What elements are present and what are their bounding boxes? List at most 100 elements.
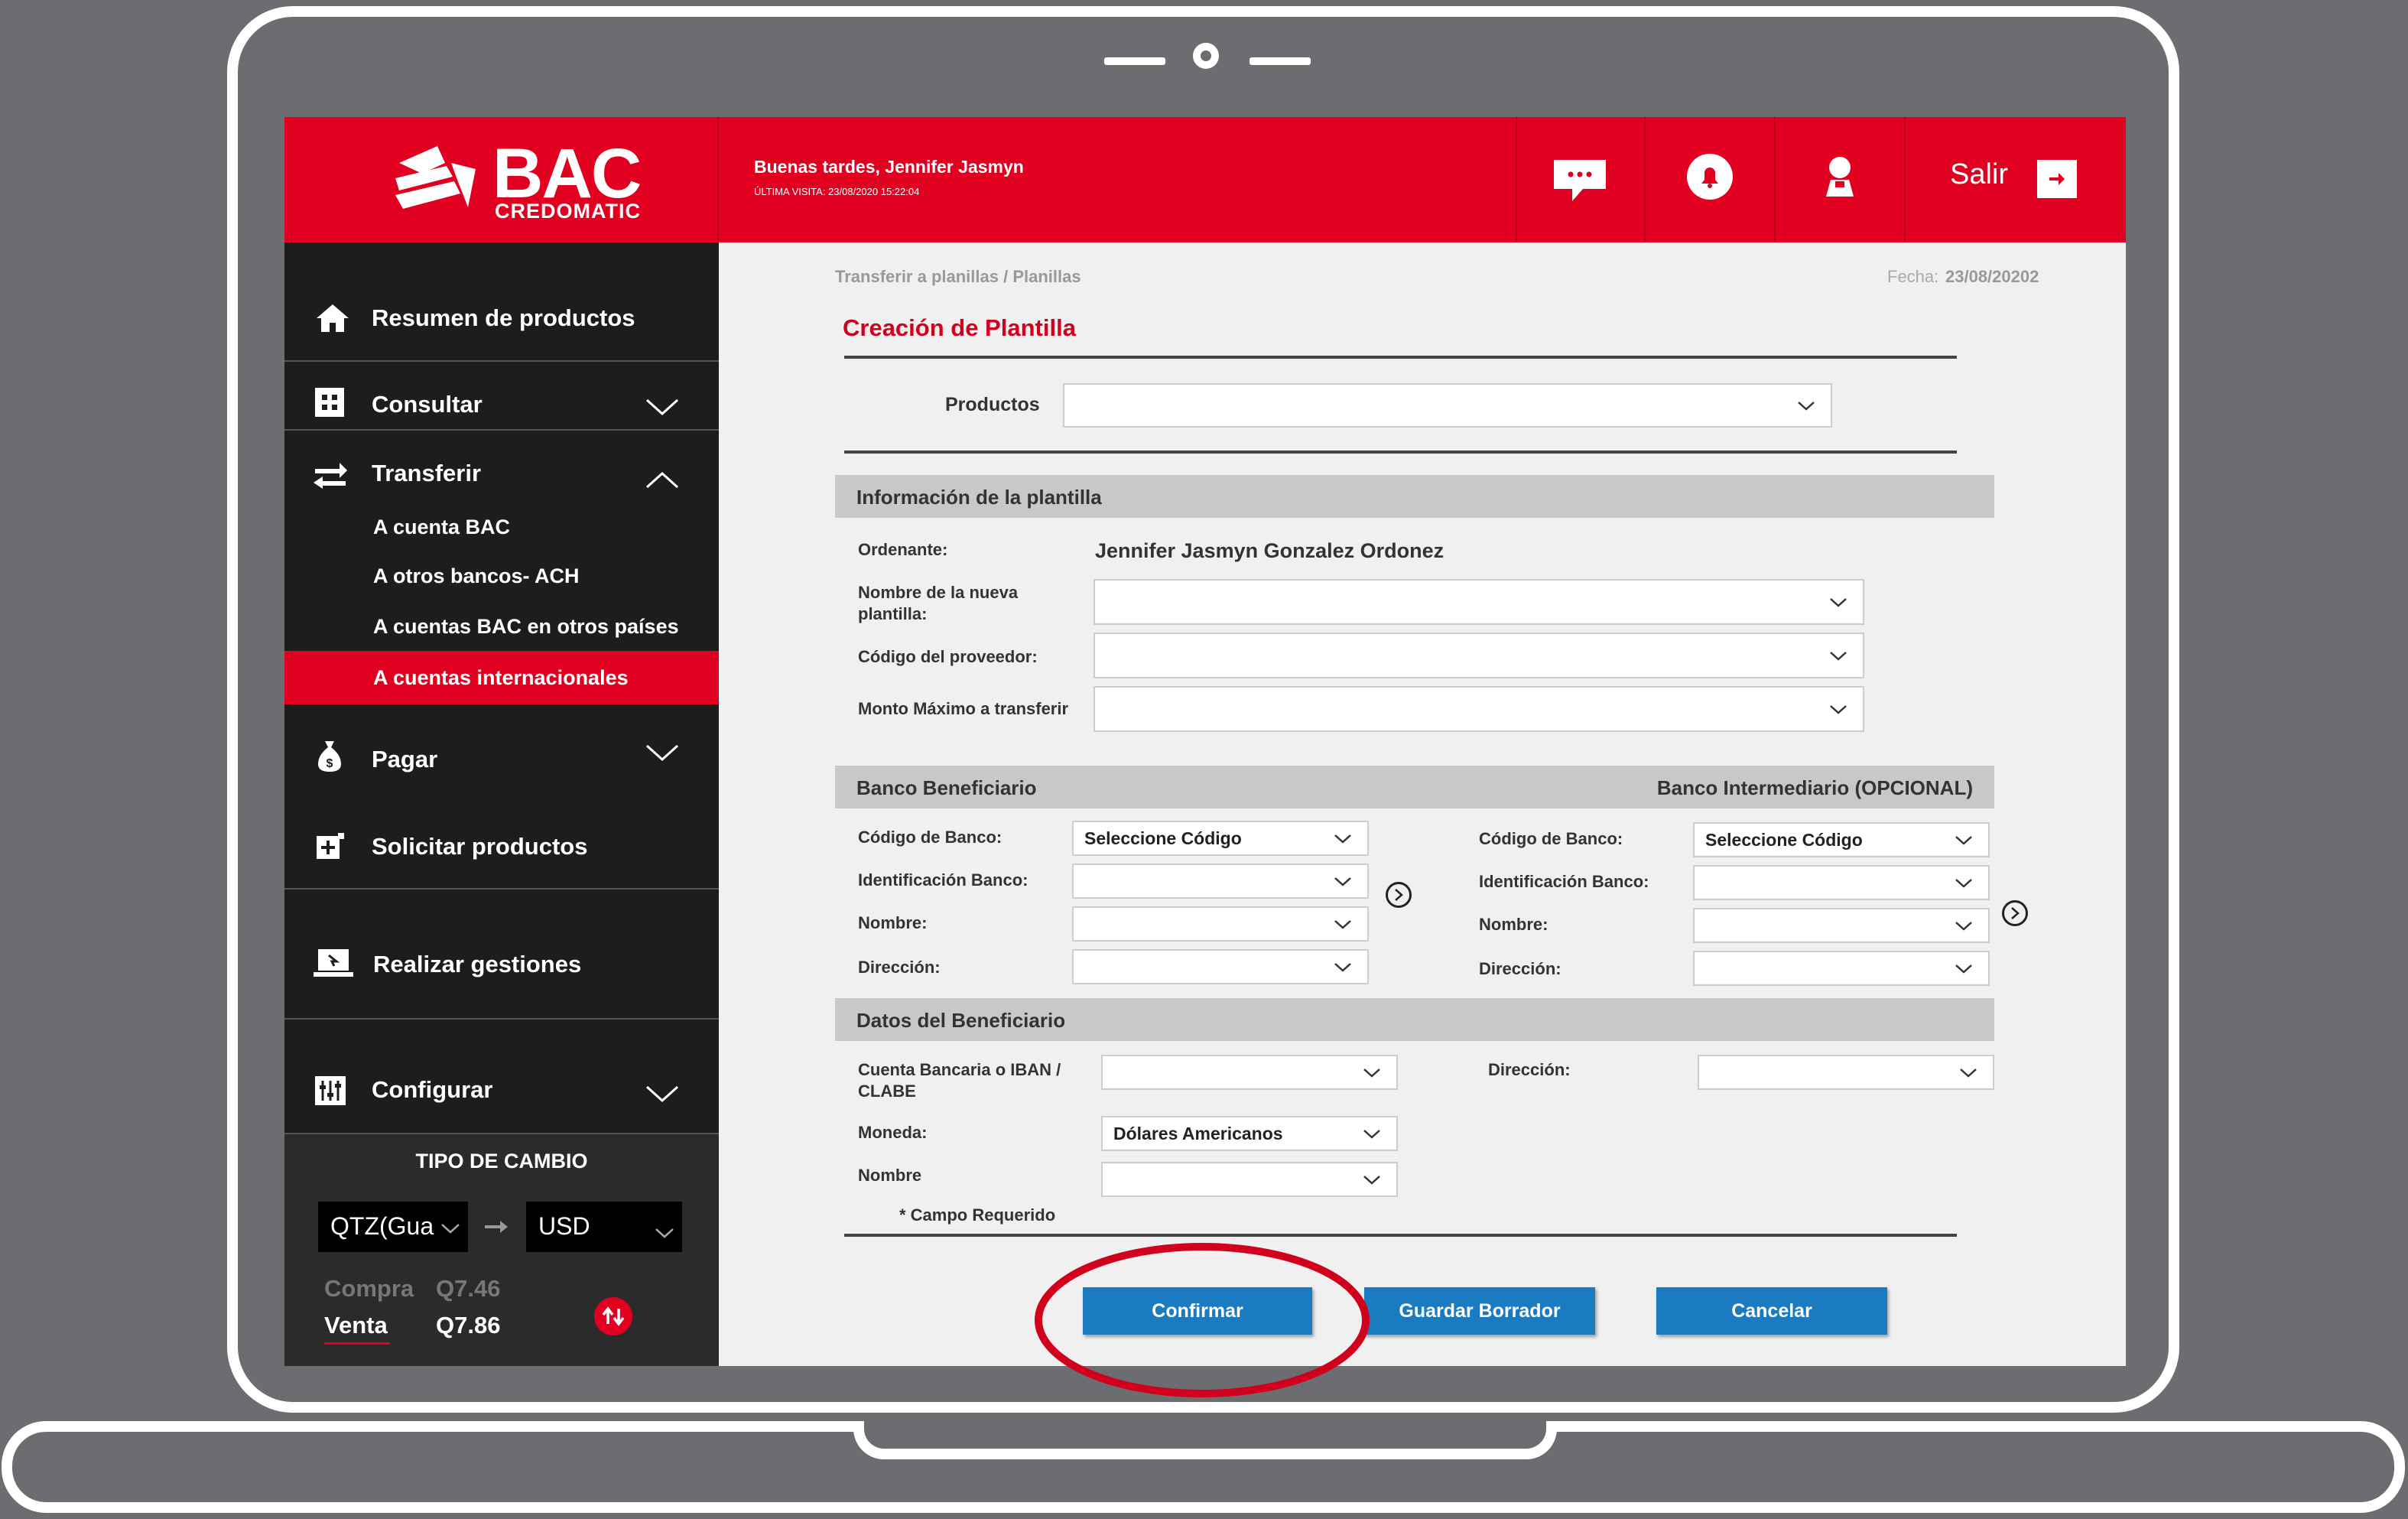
add-product-icon <box>317 833 344 859</box>
chevron-down-icon <box>645 398 679 416</box>
sidebar-item-gestiones[interactable]: Realizar gestiones <box>284 893 719 1015</box>
sidebar-item-solicitar[interactable]: Solicitar productos <box>284 793 719 877</box>
max-amount-select[interactable] <box>1094 686 1864 732</box>
beneficiary-name-label: Nombre <box>858 1166 922 1185</box>
chevron-down-icon <box>1830 705 1847 714</box>
bank-address-select[interactable] <box>1072 949 1369 984</box>
chevron-down-icon <box>1334 963 1351 972</box>
bank-name-label: Nombre: <box>858 913 928 932</box>
chevron-down-icon <box>1955 879 1972 888</box>
sidebar-item-pagar[interactable]: $ Pagar <box>284 707 719 792</box>
chevron-down-icon <box>1798 402 1815 411</box>
sidebar-sub-internacionales[interactable]: A cuentas internacionales <box>373 666 629 690</box>
ordenante-label: Ordenante: <box>858 540 948 559</box>
sidebar-item-consultar[interactable]: Consultar <box>284 365 719 426</box>
money-bag-icon: $ <box>318 741 341 772</box>
bank-name-select[interactable] <box>1072 906 1369 942</box>
arrow-right-icon <box>485 1221 508 1233</box>
sell-value: Q7.86 <box>436 1312 501 1338</box>
beneficiary-address-label: Dirección: <box>1488 1060 1571 1079</box>
chevron-up-icon <box>645 471 679 489</box>
chevron-down-icon <box>1363 1130 1380 1139</box>
chevron-down-icon <box>1363 1069 1380 1078</box>
bank-code-label: Código de Banco: <box>858 828 1003 847</box>
currency-value: Dólares Americanos <box>1113 1123 1283 1143</box>
int-bank-code-value: Seleccione Código <box>1705 829 1863 850</box>
chevron-down-icon <box>645 1085 679 1103</box>
sidebar-sub-otros-paises[interactable]: A cuentas BAC en otros países <box>373 615 679 639</box>
provider-code-select[interactable] <box>1094 633 1864 678</box>
account-label: Cuenta Bancaria o IBAN / CLABE <box>858 1060 1061 1101</box>
logout-label[interactable]: Salir <box>1950 158 2008 191</box>
logout-button[interactable] <box>2037 160 2077 198</box>
int-bank-name-select[interactable] <box>1693 908 1990 943</box>
products-select[interactable] <box>1063 383 1832 428</box>
chevron-down-icon <box>1363 1176 1380 1185</box>
int-bank-id-select[interactable] <box>1693 865 1990 900</box>
divider <box>1644 117 1646 242</box>
sell-underline <box>324 1342 390 1345</box>
chevron-down-icon <box>1955 836 1972 845</box>
beneficiary-section-header: Datos del Beneficiario <box>835 998 1994 1041</box>
buy-value: Q7.46 <box>436 1275 501 1302</box>
chevron-down-icon <box>645 744 679 762</box>
rule <box>844 356 1957 359</box>
divider <box>717 117 719 242</box>
int-bank-address-select[interactable] <box>1693 951 1990 986</box>
int-bank-code-select[interactable]: Seleccione Código <box>1693 822 1990 857</box>
last-visit: ÚLTIMA VISITA: 23/08/2020 15:22:04 <box>754 186 920 197</box>
bank-id-select[interactable] <box>1072 864 1369 899</box>
bank-code-value: Seleccione Código <box>1084 828 1242 848</box>
bank-code-select[interactable]: Seleccione Código <box>1072 821 1369 856</box>
sidebar-item-label: Configurar <box>372 1076 493 1103</box>
chat-icon[interactable] <box>1552 158 1607 203</box>
sidebar-item-resumen[interactable]: Resumen de productos <box>284 294 719 340</box>
separator <box>284 888 719 890</box>
beneficiary-name-select[interactable] <box>1101 1162 1398 1197</box>
separator <box>284 429 719 431</box>
chevron-down-icon <box>441 1224 460 1234</box>
chevron-right-icon <box>1395 889 1403 901</box>
divider <box>1904 117 1906 242</box>
sidebar-item-label: Resumen de productos <box>372 304 635 331</box>
sidebar-item-transferir[interactable]: Transferir <box>284 434 719 495</box>
bell-icon[interactable] <box>1685 152 1734 201</box>
chevron-down-icon <box>655 1228 674 1238</box>
beneficiary-bank-title: Banco Beneficiario <box>856 776 1037 799</box>
transfer-icon <box>314 463 347 489</box>
sidebar-sub-bac[interactable]: A cuenta BAC <box>373 516 510 539</box>
account-select[interactable] <box>1101 1055 1398 1090</box>
sidebar-item-label: Consultar <box>372 391 483 418</box>
currency-from-select[interactable]: QTZ(Gua <box>318 1202 468 1252</box>
template-name-select[interactable] <box>1094 579 1864 625</box>
banks-section-header: Banco Beneficiario Banco Intermediario (… <box>835 766 1994 808</box>
beneficiary-address-select[interactable] <box>1698 1055 1994 1090</box>
camera-dot <box>1193 43 1219 69</box>
sidebar-sub-ach[interactable]: A otros bancos- ACH <box>373 564 580 588</box>
section-title: Información de la plantilla <box>856 486 1102 509</box>
sidebar-item-label: Transferir <box>372 460 482 486</box>
save-draft-button[interactable]: Guardar Borrador <box>1364 1287 1595 1335</box>
int-next-circle-button[interactable] <box>2002 900 2028 926</box>
chevron-down-icon <box>1334 877 1351 886</box>
chevron-down-icon <box>1334 834 1351 844</box>
page-title: Creación de Plantilla <box>843 314 1076 341</box>
currency-to-select[interactable]: USD <box>526 1202 682 1252</box>
swap-icon[interactable] <box>593 1296 633 1336</box>
next-circle-button[interactable] <box>1386 882 1412 908</box>
divider <box>1516 117 1517 242</box>
sidebar-item-configurar[interactable]: Configurar <box>284 1023 719 1130</box>
sidebar-item-label: Realizar gestiones <box>373 951 582 977</box>
cancel-button[interactable]: Cancelar <box>1656 1287 1887 1335</box>
buy-label: Compra <box>324 1275 414 1302</box>
user-icon[interactable] <box>1821 154 1858 198</box>
chevron-down-icon <box>1960 1069 1977 1078</box>
arrow-right-icon <box>2049 173 2065 185</box>
currency-select[interactable]: Dólares Americanos <box>1101 1116 1398 1151</box>
currency-to-value: USD <box>538 1212 590 1240</box>
home-icon <box>317 304 349 332</box>
chevron-down-icon <box>1830 598 1847 607</box>
brand-sub: CREDOMATIC <box>495 200 641 223</box>
sidebar-item-label: Pagar <box>372 746 438 773</box>
products-label: Productos <box>945 394 1040 415</box>
